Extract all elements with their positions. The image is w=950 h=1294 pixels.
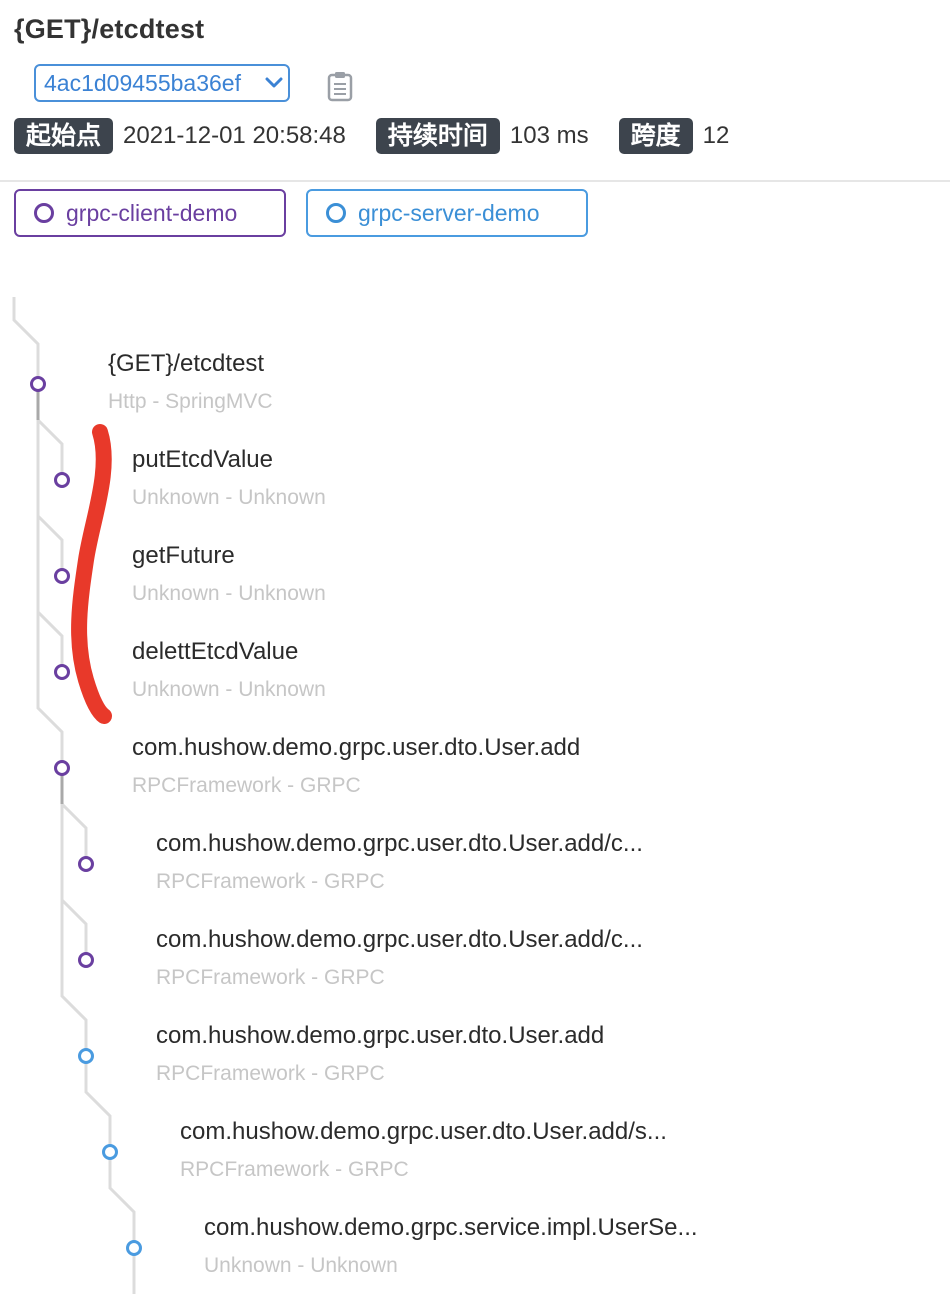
span-title[interactable]: com.hushow.demo.grpc.user.dto.User.add [156,1022,604,1050]
span-subtitle: Unknown - Unknown [132,582,326,605]
span-subtitle: Unknown - Unknown [204,1254,398,1277]
span-subtitle: RPCFramework - GRPC [156,1062,385,1085]
span-subtitle: Unknown - Unknown [132,486,326,509]
span-title[interactable]: com.hushow.demo.grpc.user.dto.User.add/c… [156,830,643,858]
span-title[interactable]: getFuture [132,542,235,570]
span-subtitle: Unknown - Unknown [132,678,326,701]
span-dot[interactable] [126,1240,142,1256]
span-dot[interactable] [54,760,70,776]
span-dot[interactable] [78,1048,94,1064]
span-title[interactable]: com.hushow.demo.grpc.user.dto.User.add/s… [180,1118,667,1146]
span-title[interactable]: {GET}/etcdtest [108,350,264,378]
span-title[interactable]: com.hushow.demo.grpc.user.dto.User.add/c… [156,926,643,954]
annotation-stroke [71,424,112,724]
span-dot[interactable] [78,856,94,872]
span-subtitle: RPCFramework - GRPC [156,870,385,893]
span-dot[interactable] [78,952,94,968]
span-dot[interactable] [54,664,70,680]
span-subtitle: RPCFramework - GRPC [132,774,361,797]
span-dot[interactable] [102,1144,118,1160]
span-dot[interactable] [30,376,46,392]
span-subtitle: RPCFramework - GRPC [156,966,385,989]
span-dot[interactable] [54,568,70,584]
span-title[interactable]: com.hushow.demo.grpc.user.dto.User.add [132,734,580,762]
span-title[interactable]: com.hushow.demo.grpc.service.impl.UserSe… [204,1214,698,1242]
span-title[interactable]: putEtcdValue [132,446,273,474]
span-title[interactable]: delettEtcdValue [132,638,298,666]
span-subtitle: RPCFramework - GRPC [180,1158,409,1181]
span-subtitle: Http - SpringMVC [108,390,273,413]
span-dot[interactable] [54,472,70,488]
